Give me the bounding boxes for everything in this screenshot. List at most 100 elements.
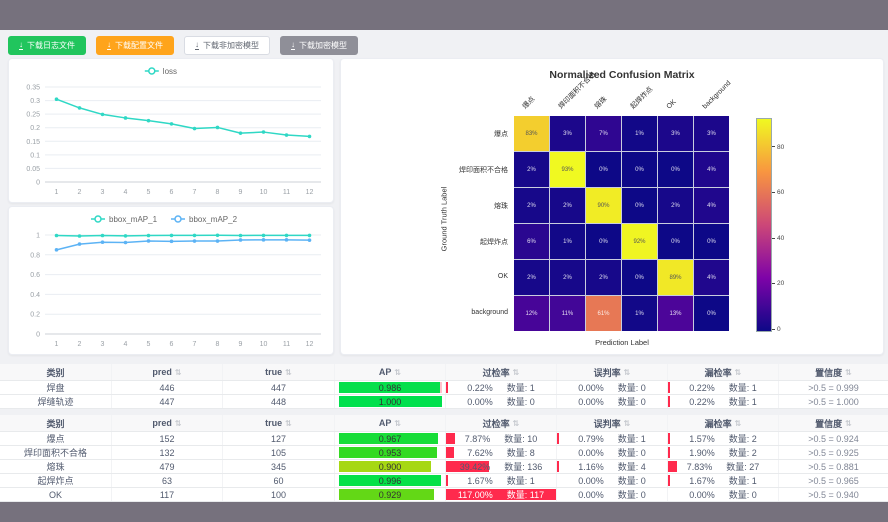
- sort-icon[interactable]: ⇅: [845, 368, 852, 377]
- download-unencrypted-model-label: 下载非加密模型: [203, 42, 259, 50]
- download-log-label: 下载日志文件: [27, 42, 75, 50]
- column-header-pred[interactable]: pred⇅: [112, 364, 223, 380]
- rate-count: 数量: 0: [618, 381, 646, 394]
- column-header-AP[interactable]: AP⇅: [335, 415, 446, 431]
- rate-percent: 0.22%: [689, 383, 715, 393]
- legend-item-bbox_mAP_2[interactable]: bbox_mAP_2: [171, 215, 238, 224]
- matrix-cell-1-0: 2%: [514, 152, 549, 187]
- rate-percent: 1.90%: [689, 448, 715, 458]
- sort-icon[interactable]: ⇅: [845, 419, 852, 428]
- column-header-AP[interactable]: AP⇅: [335, 364, 446, 380]
- column-header-true[interactable]: true⇅: [223, 364, 335, 380]
- rate-count: 数量: 4: [618, 460, 646, 473]
- svg-text:0.35: 0.35: [26, 85, 40, 92]
- sort-icon[interactable]: ⇅: [175, 368, 182, 377]
- svg-text:0.1: 0.1: [30, 152, 40, 159]
- metrics-table-2: 类别pred⇅true⇅AP⇅过检率⇅误判率⇅漏检率⇅置信度⇅爆点1521270…: [0, 415, 888, 502]
- sort-icon[interactable]: ⇅: [624, 419, 631, 428]
- column-header-true[interactable]: true⇅: [223, 415, 335, 431]
- pred-count-cell: 63: [112, 474, 223, 487]
- matrix-cell-2-1: 2%: [550, 188, 585, 223]
- svg-text:12: 12: [306, 341, 314, 348]
- rate-count: 数量: 136: [504, 460, 542, 473]
- matrix-cell-1-1: 93%: [550, 152, 585, 187]
- class-name-cell: 起焊炸点: [0, 474, 112, 487]
- legend-item-bbox_mAP_1[interactable]: bbox_mAP_1: [91, 215, 158, 224]
- rate-count: 数量: 0: [729, 488, 757, 501]
- download-unencrypted-model-button[interactable]: ↓ 下载非加密模型: [184, 36, 270, 55]
- svg-text:1: 1: [55, 341, 59, 348]
- download-encrypted-model-button[interactable]: ↓ 下载加密模型: [280, 36, 358, 55]
- sort-icon[interactable]: ⇅: [394, 368, 401, 377]
- svg-text:0: 0: [36, 180, 40, 187]
- matrix-cell-3-5: 0%: [694, 224, 729, 259]
- svg-text:12: 12: [306, 189, 314, 196]
- rate-percent: 0.00%: [578, 490, 604, 500]
- true-count-cell: 60: [223, 474, 335, 487]
- rate-percent: 1.67%: [689, 476, 715, 486]
- column-header-漏检率[interactable]: 漏检率⇅: [668, 415, 779, 431]
- column-header-过检率[interactable]: 过检率⇅: [446, 364, 557, 380]
- download-icon: ↓: [19, 41, 23, 50]
- download-log-button[interactable]: ↓ 下载日志文件: [8, 36, 86, 55]
- table-row: 焊印面积不合格1321050.9537.62%数量: 80.00%数量: 01.…: [0, 446, 888, 460]
- ap-bar-cell: 0.986: [335, 381, 446, 394]
- legend-item-loss[interactable]: loss: [145, 67, 177, 76]
- svg-text:9: 9: [239, 189, 243, 196]
- confidence-cell: >0.5 = 0.999: [779, 381, 888, 394]
- rate-percent: 7.62%: [467, 448, 493, 458]
- svg-text:10: 10: [260, 341, 268, 348]
- colorbar: [756, 118, 772, 332]
- rate-count: 数量: 0: [507, 395, 535, 408]
- sort-icon[interactable]: ⇅: [624, 368, 631, 377]
- column-header-置信度[interactable]: 置信度⇅: [779, 415, 888, 431]
- download-config-button[interactable]: ↓ 下载配置文件: [96, 36, 174, 55]
- rate-count: 数量: 1: [618, 432, 646, 445]
- class-name-cell: OK: [0, 488, 112, 501]
- overdetect-rate-cell: 0.22%数量: 1: [446, 381, 557, 394]
- sort-icon[interactable]: ⇅: [735, 368, 742, 377]
- sort-icon[interactable]: ⇅: [285, 368, 292, 377]
- svg-text:1: 1: [36, 233, 40, 240]
- column-header-过检率[interactable]: 过检率⇅: [446, 415, 557, 431]
- matrix-cell-0-1: 3%: [550, 116, 585, 151]
- sort-icon[interactable]: ⇅: [175, 419, 182, 428]
- matrix-cell-2-4: 2%: [658, 188, 693, 223]
- download-icon: ↓: [291, 41, 295, 50]
- rate-bar: [557, 433, 559, 444]
- column-header-误判率[interactable]: 误判率⇅: [557, 364, 668, 380]
- matrix-row-label: 熔珠: [341, 201, 508, 211]
- sort-icon[interactable]: ⇅: [735, 419, 742, 428]
- matrix-cell-2-5: 4%: [694, 188, 729, 223]
- confusion-matrix-xlabel: Prediction Label: [341, 338, 888, 347]
- rate-bar: [668, 382, 670, 393]
- matrix-cell-0-4: 3%: [658, 116, 693, 151]
- pred-count-cell: 479: [112, 460, 223, 473]
- sort-icon[interactable]: ⇅: [513, 368, 520, 377]
- ap-bar-cell: 0.996: [335, 474, 446, 487]
- matrix-cell-1-2: 0%: [586, 152, 621, 187]
- pred-count-cell: 152: [112, 432, 223, 445]
- matrix-cell-3-0: 6%: [514, 224, 549, 259]
- confidence-cell: >0.5 = 0.965: [779, 474, 888, 487]
- sort-icon[interactable]: ⇅: [285, 419, 292, 428]
- sort-icon[interactable]: ⇅: [513, 419, 520, 428]
- ap-value: 0.929: [339, 489, 442, 500]
- true-count-cell: 447: [223, 381, 335, 394]
- svg-text:11: 11: [283, 189, 290, 196]
- sort-icon[interactable]: ⇅: [394, 419, 401, 428]
- ap-bar-cell: 0.953: [335, 446, 446, 459]
- column-header-误判率[interactable]: 误判率⇅: [557, 415, 668, 431]
- confusion-matrix-card: Normalized Confusion Matrix Ground Truth…: [340, 58, 884, 355]
- colorbar-tick-label: 60: [772, 189, 784, 196]
- class-name-cell: 熔珠: [0, 460, 112, 473]
- column-header-置信度[interactable]: 置信度⇅: [779, 364, 888, 380]
- svg-text:8: 8: [216, 189, 220, 196]
- matrix-cell-0-0: 83%: [514, 116, 549, 151]
- miss-rate-cell: 1.90% 数量: 2: [668, 446, 779, 459]
- column-header-漏检率[interactable]: 漏检率⇅: [668, 364, 779, 380]
- pred-count-cell: 132: [112, 446, 223, 459]
- rate-count: 数量: 2: [729, 446, 757, 459]
- rate-percent: 0.00%: [689, 490, 715, 500]
- column-header-pred[interactable]: pred⇅: [112, 415, 223, 431]
